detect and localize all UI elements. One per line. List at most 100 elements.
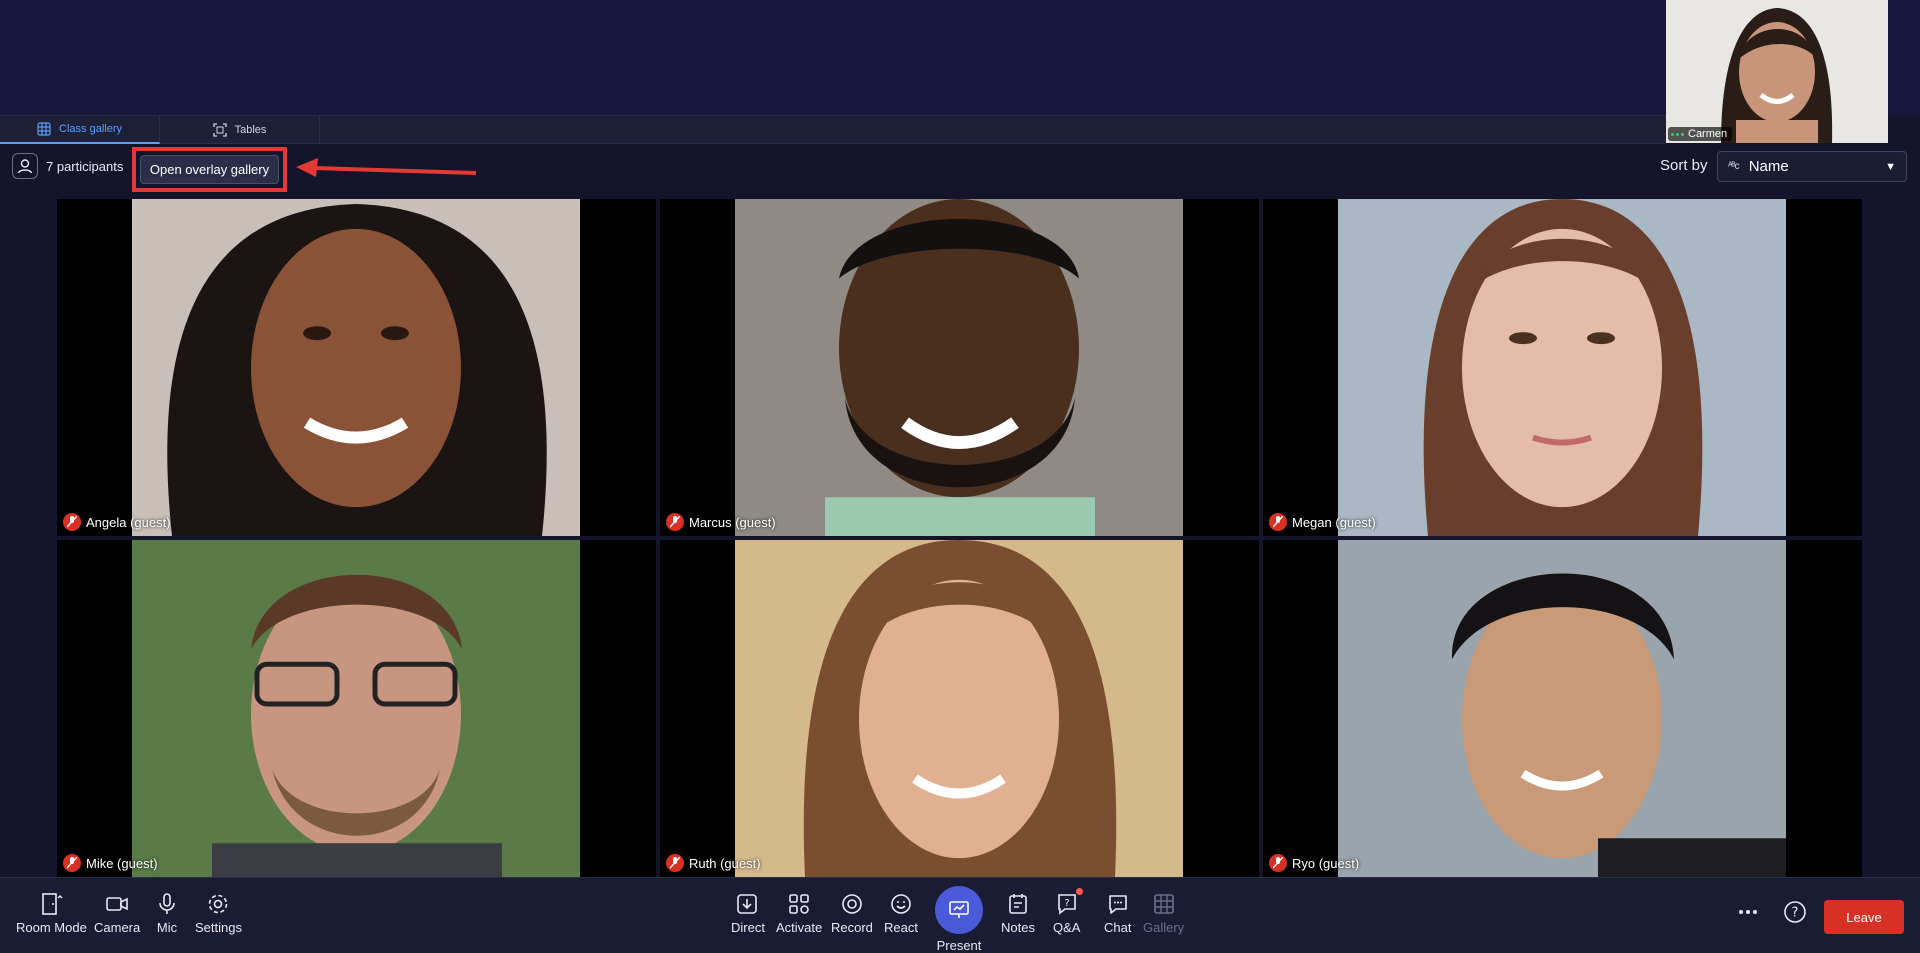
ellipsis-icon (1739, 910, 1757, 914)
participant-name-tag: Marcus (guest) (666, 513, 776, 531)
camera-label: Camera (94, 920, 141, 935)
settings-button[interactable]: Settings (195, 892, 242, 935)
gallery-tabs: Class gallery Tables (0, 115, 1666, 144)
react-button[interactable]: React (884, 892, 918, 935)
participant-image (735, 540, 1183, 877)
notes-icon (1009, 894, 1027, 914)
meeting-controls-bar: Room Mode Camera Mic Settings Direct Act… (0, 877, 1920, 953)
tab-class-gallery[interactable]: Class gallery (0, 116, 160, 144)
video-feed (132, 540, 580, 877)
participant-name-tag: Ruth (guest) (666, 854, 761, 872)
activate-button[interactable]: Activate (776, 892, 822, 935)
video-feed (735, 540, 1183, 877)
present-label: Present (936, 938, 982, 953)
notes-label: Notes (1001, 920, 1035, 935)
participant-image (132, 540, 580, 877)
caret-down-icon: ▼ (1885, 160, 1896, 173)
open-overlay-gallery-button[interactable]: Open overlay gallery (140, 155, 279, 184)
mic-muted-icon (1269, 854, 1287, 872)
camera-icon (106, 897, 128, 911)
video-feed (1338, 199, 1786, 536)
activate-icon (789, 894, 809, 914)
chat-button[interactable]: Chat (1104, 892, 1131, 935)
mic-muted-icon (63, 854, 81, 872)
self-view-image (1666, 0, 1888, 143)
participants-label: 7 participants (46, 158, 124, 174)
highlight-box: Open overlay gallery (132, 147, 287, 192)
help-button[interactable]: ? (1783, 900, 1807, 924)
svg-text:?: ? (1064, 898, 1069, 909)
participant-tile[interactable]: Ryo (guest) (1263, 540, 1862, 877)
participant-name-tag: Mike (guest) (63, 854, 158, 872)
room-mode-label: Room Mode (16, 920, 87, 935)
mic-muted-icon (63, 513, 81, 531)
react-label: React (884, 920, 918, 935)
sort-az-icon: ᴬᴮc (1728, 161, 1740, 172)
sort-label: Sort by (1660, 157, 1708, 174)
gallery-toolbar: 7 participants Open overlay gallery (0, 147, 1920, 192)
more-options-button[interactable] (1736, 900, 1760, 924)
direct-button[interactable]: Direct (731, 892, 765, 935)
annotation-arrow (296, 158, 477, 177)
svg-text:?: ? (1792, 906, 1799, 921)
participant-tile[interactable]: Mike (guest) (57, 540, 656, 877)
mic-label: Mic (156, 920, 178, 935)
participant-name: Ruth (guest) (689, 855, 761, 871)
video-feed (735, 199, 1183, 536)
video-feed (132, 199, 580, 536)
video-feed (1338, 540, 1786, 877)
participant-name-tag: Ryo (guest) (1269, 854, 1359, 872)
participants-count[interactable]: 7 participants (12, 152, 123, 180)
expand-icon (212, 123, 227, 137)
leave-button[interactable]: Leave (1824, 900, 1904, 934)
participant-tile[interactable]: Angela (guest) (57, 199, 656, 536)
self-name: Carmen (1688, 128, 1728, 140)
present-circle (935, 886, 983, 934)
tab-tables[interactable]: Tables (160, 116, 320, 144)
gallery-button[interactable]: Gallery (1143, 892, 1184, 935)
participant-image (132, 199, 580, 536)
participant-image (1338, 199, 1786, 536)
qa-button[interactable]: ? Q&A (1053, 888, 1083, 935)
gear-icon (209, 894, 228, 914)
participant-image (735, 199, 1183, 536)
present-button[interactable]: Present (935, 886, 983, 953)
participant-name: Ryo (guest) (1292, 855, 1360, 871)
microphone-icon (159, 893, 175, 914)
notes-button[interactable]: Notes (1001, 892, 1035, 935)
participant-tile[interactable]: Megan (guest) (1263, 199, 1862, 536)
tab-tables-label: Tables (234, 124, 267, 136)
participant-name: Marcus (guest) (689, 514, 776, 530)
participant-tile[interactable]: Marcus (guest) (660, 199, 1259, 536)
participant-tile[interactable]: Ruth (guest) (660, 540, 1259, 877)
self-view-video[interactable]: Carmen (1666, 0, 1888, 143)
sort-value: Name (1748, 158, 1789, 175)
participant-name-tag: Megan (guest) (1269, 513, 1376, 531)
mic-muted-icon (666, 854, 684, 872)
mic-muted-icon (666, 513, 684, 531)
camera-button[interactable]: Camera (94, 892, 140, 935)
tab-class-gallery-label: Class gallery (59, 123, 122, 135)
participant-gallery: Angela (guest) Marcus (guest) Megan (gue… (57, 199, 1862, 877)
room-mode-button[interactable]: Room Mode (16, 892, 87, 935)
record-button[interactable]: Record (831, 892, 873, 935)
mic-button[interactable]: Mic (155, 892, 179, 935)
participant-name: Megan (guest) (1292, 514, 1376, 530)
gallery-label: Gallery (1143, 920, 1185, 935)
person-icon (12, 153, 38, 179)
presentation-icon (949, 901, 969, 918)
grid-icon (37, 122, 51, 136)
record-icon (842, 894, 862, 914)
settings-label: Settings (195, 920, 242, 935)
smiley-icon (891, 894, 911, 914)
participant-name-tag: Angela (guest) (63, 513, 171, 531)
door-icon (42, 893, 63, 915)
chat-icon (1108, 895, 1127, 914)
help-icon: ? (1784, 901, 1806, 923)
download-icon (737, 894, 757, 914)
direct-label: Direct (731, 920, 765, 935)
audio-level-icon (1671, 132, 1684, 136)
question-bubble-icon: ? (1057, 894, 1076, 915)
sort-dropdown[interactable]: ᴬᴮc Name ▼ (1717, 151, 1907, 182)
participant-name: Angela (guest) (86, 514, 171, 530)
